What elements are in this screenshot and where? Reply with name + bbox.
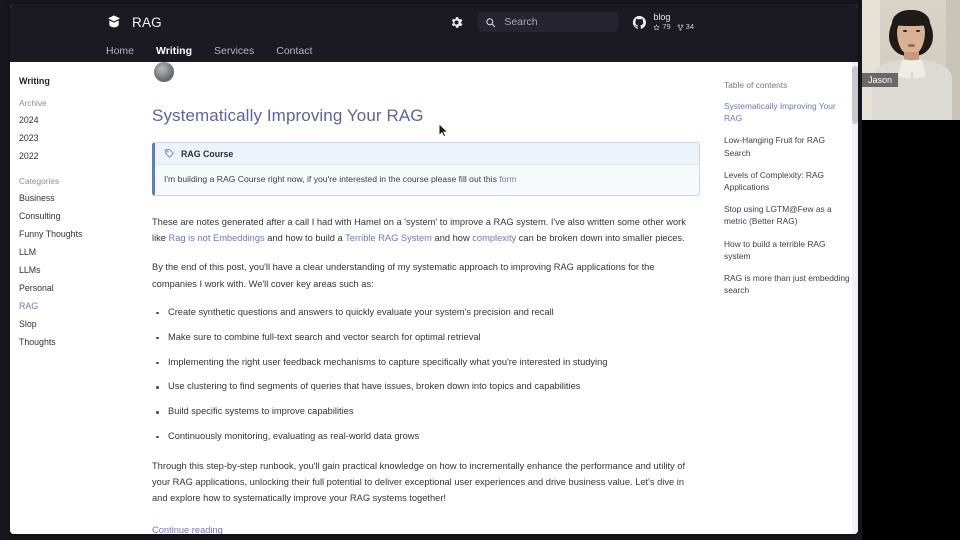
article-paragraph-1: These are notes generated after a call I… [152, 214, 700, 247]
mouse-cursor [438, 123, 449, 138]
link-rag-is-not-embeddings[interactable]: Rag is not Embeddings [169, 233, 265, 243]
search-input[interactable]: Search [478, 12, 619, 32]
main-nav: Home Writing Services Contact [10, 40, 858, 62]
brand[interactable]: RAG [106, 14, 162, 30]
github-fork-count: 34 [685, 22, 694, 32]
github-icon [633, 15, 647, 29]
callout-body: I'm building a RAG Course right now, if … [155, 165, 699, 195]
page-scrollbar[interactable] [852, 62, 858, 534]
key-areas-list: Create synthetic questions and answers t… [152, 305, 700, 445]
search-icon [486, 17, 496, 27]
author-avatar [154, 62, 174, 82]
para1-text-4: can be broken down into smaller pieces. [516, 233, 685, 244]
article: Systematically Improving Your RAG RAG Co… [142, 62, 720, 534]
sidebar-item-2023[interactable]: 2023 [10, 133, 142, 143]
nav-item-services[interactable]: Services [214, 45, 254, 57]
link-complexity[interactable]: complexity [472, 233, 516, 243]
github-forks: 34 [677, 23, 694, 32]
tag-icon [164, 148, 174, 158]
toc-item-terrible-rag-system[interactable]: How to build a terrible RAG system [724, 238, 850, 262]
participant-eye-left [903, 30, 907, 32]
sidebar-item-business[interactable]: Business [10, 193, 142, 203]
sidebar-item-rag[interactable]: RAG [10, 301, 142, 311]
participant-hair-fringe [892, 10, 930, 26]
callout-text: I'm building a RAG Course right now, if … [164, 174, 500, 184]
list-item: Continuously monitoring, evaluating as r… [152, 429, 700, 445]
header-top-row: RAG Search blog 79 34 [10, 4, 858, 40]
sidebar-item-2022[interactable]: 2022 [10, 151, 142, 161]
sidebar-item-consulting[interactable]: Consulting [10, 211, 142, 221]
toc-item-systematically-improving-your-rag[interactable]: Systematically Improving Your RAG [724, 100, 850, 124]
sidebar-item-llm[interactable]: LLM [10, 247, 142, 257]
page-title: Systematically Improving Your RAG [152, 106, 424, 125]
sidebar-archive-label: Archive [19, 98, 47, 108]
video-tile-participant[interactable]: Jason [862, 0, 960, 120]
video-panel-empty-area [862, 120, 960, 540]
continue-reading-link[interactable]: Continue reading [152, 525, 223, 534]
left-sidebar: Writing Archive 2024 2023 2022 Categorie… [10, 62, 142, 534]
toc-item-levels-of-complexity[interactable]: Levels of Complexity: RAG Applications [724, 169, 850, 193]
toc-item-stop-using-lgtm[interactable]: Stop using LGTM@Few as a metric (Better … [724, 203, 850, 227]
brand-name: RAG [132, 14, 162, 30]
toc-item-low-hanging-fruit[interactable]: Low-Hanging Fruit for RAG Search [724, 134, 850, 158]
list-item: Make sure to combine full-text search an… [152, 330, 700, 346]
site-header: RAG Search blog 79 34 Home Writing Servi… [10, 4, 858, 62]
header-right-controls: Search blog 79 34 [449, 12, 844, 32]
participant-name-label: Jason [862, 73, 899, 87]
rag-course-callout: RAG Course I'm building a RAG Course rig… [152, 142, 700, 196]
book-logo-icon [108, 15, 120, 28]
search-placeholder: Search [504, 16, 538, 28]
nav-item-home[interactable]: Home [106, 45, 134, 57]
para1-text-3: and how [431, 233, 473, 244]
sidebar-title: Writing [19, 76, 50, 86]
github-stars: 79 [653, 22, 671, 32]
star-icon [653, 24, 661, 31]
participant-mouth [908, 44, 915, 47]
article-paragraph-3: Through this step-by-step runbook, you'l… [152, 460, 686, 504]
sidebar-categories-label: Categories [19, 176, 60, 186]
sidebar-item-2024[interactable]: 2024 [10, 115, 142, 125]
para1-text-2: and how to build a [264, 233, 346, 244]
github-repo-name: blog [653, 12, 671, 23]
sidebar-item-personal[interactable]: Personal [10, 283, 142, 293]
list-item: Create synthetic questions and answers t… [152, 305, 700, 321]
list-item: Implementing the right user feedback mec… [152, 355, 700, 371]
video-panel: Jason [862, 0, 960, 540]
callout-header: RAG Course [155, 143, 699, 165]
sidebar-item-llms[interactable]: LLMs [10, 265, 142, 275]
screen-root: RAG Search blog 79 34 Home Writing Servi… [0, 0, 960, 540]
list-item: Build specific systems to improve capabi… [152, 404, 700, 420]
sidebar-item-slop[interactable]: Slop [10, 319, 142, 329]
sidebar-item-thoughts[interactable]: Thoughts [10, 337, 142, 347]
callout-title: RAG Course [181, 148, 234, 159]
article-paragraph-2: By the end of this post, you'll have a c… [152, 262, 655, 289]
github-repo-widget[interactable]: blog 79 34 [632, 12, 694, 32]
github-meta: blog 79 34 [653, 12, 694, 32]
nav-item-writing[interactable]: Writing [156, 45, 192, 57]
callout-form-link[interactable]: form [499, 174, 516, 184]
content-area: Writing Archive 2024 2023 2022 Categorie… [10, 62, 858, 534]
sidebar-item-funny-thoughts[interactable]: Funny Thoughts [10, 229, 142, 239]
gear-icon[interactable] [449, 15, 464, 30]
github-stats: 79 34 [653, 23, 694, 32]
scrollbar-thumb[interactable] [852, 66, 858, 124]
github-star-count: 79 [662, 22, 671, 32]
toc-item-more-than-embedding-search[interactable]: RAG is more than just embedding search [724, 272, 850, 296]
participant-eye-right [916, 30, 920, 32]
list-item: Use clustering to find segments of queri… [152, 379, 700, 395]
toc-label: Table of contents [724, 80, 788, 90]
fork-icon [677, 24, 683, 31]
browser-page: RAG Search blog 79 34 Home Writing Servi… [10, 4, 858, 534]
nav-item-contact[interactable]: Contact [276, 45, 312, 57]
table-of-contents: Table of contents Systematically Improvi… [720, 62, 858, 534]
link-terrible-rag-system[interactable]: Terrible RAG System [345, 233, 432, 243]
